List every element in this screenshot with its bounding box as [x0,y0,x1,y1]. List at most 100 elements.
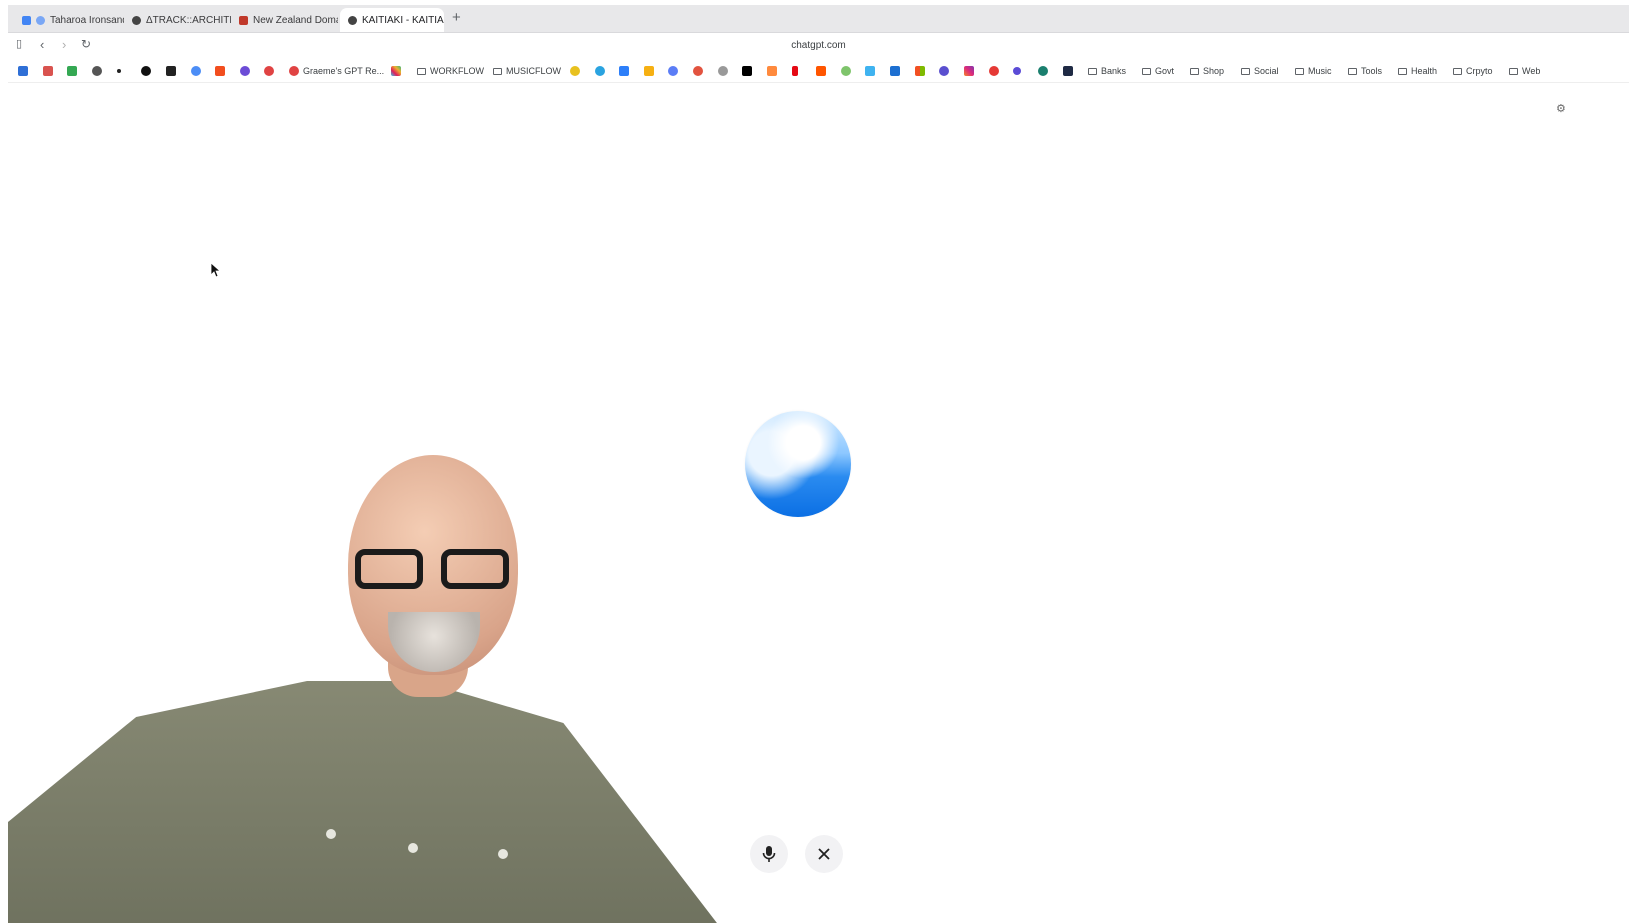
shirt-button [408,843,418,853]
bookmark-outlook-icon[interactable] [18,64,28,78]
bookmark-folder-health[interactable]: Health [1398,64,1437,78]
site-icon [36,15,45,25]
voice-mode-settings-icon[interactable]: ⚙ [1556,102,1566,115]
folder-icon [1088,67,1097,75]
openai-icon [348,15,357,25]
bookmark-folder-workflow[interactable]: WORKFLOW [417,64,484,78]
bookmark-label: Shop [1203,66,1225,76]
bookmark-folder-social[interactable]: Social [1241,64,1279,78]
folder-icon [493,67,502,75]
bookmark-folder-govt[interactable]: Govt [1142,64,1174,78]
openai-icon [132,15,141,25]
bookmark-graemes-gpt[interactable]: Graeme's GPT Re... [289,64,384,78]
bookmark-x-icon[interactable] [742,64,752,78]
bookmark-dark-circle-icon[interactable] [141,64,151,78]
bookmark-gmail-icon[interactable] [43,64,53,78]
bookmark-figma-icon[interactable] [215,64,225,78]
tab-taharoa[interactable]: Taharoa Ironsand [14,8,124,32]
shirt [8,681,720,923]
docs-icon [22,15,31,25]
bookmark-folder-music[interactable]: Music [1295,64,1332,78]
bookmark-dot-icon[interactable] [117,64,121,78]
nz-flag-icon [239,15,248,25]
new-tab-button[interactable]: + [452,9,461,26]
bookmark-folder-musicflow[interactable]: MUSICFLOW [493,64,561,78]
folder-icon [1398,67,1407,75]
bookmark-purple-icon[interactable] [240,64,250,78]
bookmark-asterisk-icon[interactable] [1013,64,1021,78]
bookmark-red-g-icon[interactable] [264,64,274,78]
bookmark-microsoft-icon[interactable] [915,64,925,78]
folder-icon [1453,67,1462,75]
bookmark-label: Crpyto [1466,66,1493,76]
tab-label: KAITIAKI - KAITIA [362,14,444,26]
address-bar[interactable]: chatgpt.com [8,40,1629,51]
folder-icon [1142,67,1151,75]
bookmark-label: Social [1254,66,1279,76]
bookmark-label: WORKFLOW [430,66,484,76]
bookmark-teal-icon[interactable] [1038,64,1048,78]
bookmarks-bar: Graeme's GPT Re... WORKFLOW MUSICFLOW Ba… [8,60,1629,83]
bookmark-lightblue-icon[interactable] [865,64,875,78]
voice-orb [745,411,851,517]
bookmark-drive-icon[interactable] [67,64,77,78]
bookmark-navy-icon[interactable] [1063,64,1073,78]
toolbar: ▯ ‹ › ↻ chatgpt.com [8,33,1629,58]
tab-track-architec[interactable]: ΔTRACK::ARCHITEC [124,8,231,32]
folder-icon [1348,67,1357,75]
bookmark-c-icon[interactable] [619,64,629,78]
bookmark-blue-circle-icon[interactable] [668,64,678,78]
bookmark-grey-icon[interactable] [718,64,728,78]
bookmark-green-icon[interactable] [841,64,851,78]
mouse-cursor-icon [210,262,222,282]
folder-icon [1509,67,1518,75]
bookmark-outlook2-icon[interactable] [890,64,900,78]
bookmark-folder-crpyto[interactable]: Crpyto [1453,64,1493,78]
webcam-overlay [8,447,720,923]
mic-button[interactable] [750,835,788,873]
tab-label: New Zealand Domain [253,14,338,26]
bookmark-orange-icon[interactable] [644,64,654,78]
folder-icon [1295,67,1304,75]
bookmark-dark-square-icon[interactable] [166,64,176,78]
red-g-icon [289,66,299,76]
bookmark-instagram-icon[interactable] [964,64,974,78]
tab-kaitiaki[interactable]: KAITIAKI - KAITIA ✕ [340,8,444,32]
close-icon [818,848,830,860]
bookmark-label: Music [1308,66,1332,76]
glasses [355,549,515,589]
browser-window: Taharoa Ironsand ΔTRACK::ARCHITEC New Ze… [8,5,1629,923]
tab-nz-domain[interactable]: New Zealand Domain [231,8,338,32]
folder-icon [417,67,426,75]
bookmark-label: Graeme's GPT Re... [303,66,385,76]
bookmark-telegram-icon[interactable] [595,64,605,78]
tab-strip: Taharoa Ironsand ΔTRACK::ARCHITEC New Ze… [8,5,1629,33]
bookmark-label: Govt [1155,66,1175,76]
close-voice-button[interactable] [805,835,843,873]
bookmark-folder-banks[interactable]: Banks [1088,64,1126,78]
bookmark-netflix-icon[interactable] [792,64,798,78]
bookmark-folder-web[interactable]: Web [1509,64,1540,78]
bookmark-label: Web [1522,66,1541,76]
folder-icon [1190,67,1199,75]
bookmark-red-dot-icon[interactable] [989,64,999,78]
bookmark-folder-shop[interactable]: Shop [1190,64,1224,78]
bookmark-label: Tools [1361,66,1383,76]
shirt-button [498,849,508,859]
bookmark-gemini-icon[interactable] [191,64,201,78]
shirt-button [326,829,336,839]
tab-label: Taharoa Ironsand [50,14,124,26]
bookmark-soundcloud-icon[interactable] [816,64,826,78]
bookmark-openai-icon[interactable] [92,64,102,78]
microphone-icon [762,846,776,862]
bookmark-folder-tools[interactable]: Tools [1348,64,1382,78]
folder-icon [1241,67,1250,75]
bookmark-substack-icon[interactable] [767,64,777,78]
bookmark-violet-icon[interactable] [939,64,949,78]
bookmark-yellow-icon[interactable] [570,64,580,78]
bookmark-label: MUSICFLOW [506,66,561,76]
bookmark-label: Banks [1101,66,1127,76]
bookmark-red-circle-icon[interactable] [693,64,703,78]
bookmark-slack-icon[interactable] [391,64,401,78]
bookmark-label: Health [1411,66,1438,76]
